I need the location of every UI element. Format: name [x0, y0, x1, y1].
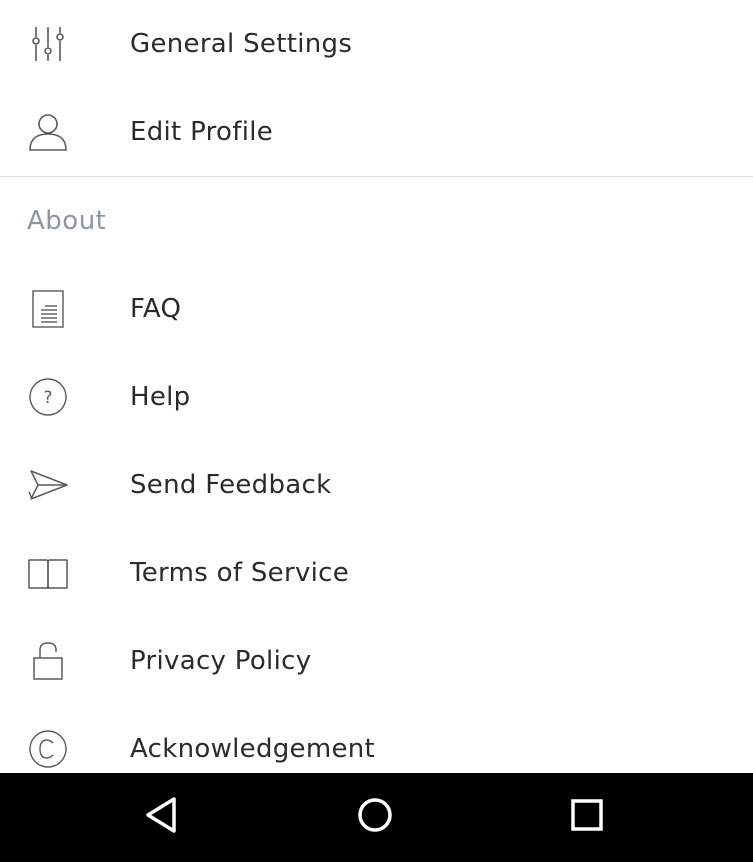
- copyright-icon: [24, 727, 72, 771]
- faq-label: FAQ: [130, 294, 182, 324]
- system-navigation-bar: [0, 773, 753, 862]
- recents-square-icon: [570, 798, 604, 836]
- question-circle-icon: ?: [24, 375, 72, 419]
- help-label: Help: [130, 382, 191, 412]
- person-icon: [24, 110, 72, 154]
- acknowledgement-item[interactable]: Acknowledgement: [0, 705, 753, 773]
- privacy-policy-label: Privacy Policy: [130, 646, 312, 676]
- about-section-header: About: [27, 206, 107, 236]
- section-divider: [0, 176, 753, 177]
- send-feedback-label: Send Feedback: [130, 470, 332, 500]
- home-button[interactable]: [345, 787, 405, 847]
- back-triangle-icon: [144, 795, 180, 839]
- edit-profile-item[interactable]: Edit Profile: [0, 88, 753, 176]
- open-book-icon: [24, 551, 72, 595]
- general-settings-label: General Settings: [130, 29, 353, 59]
- document-icon: [24, 287, 72, 331]
- terms-of-service-item[interactable]: Terms of Service: [0, 529, 753, 617]
- help-item[interactable]: ? Help: [0, 353, 753, 441]
- acknowledgement-label: Acknowledgement: [130, 734, 376, 764]
- terms-of-service-label: Terms of Service: [130, 558, 350, 588]
- send-feedback-item[interactable]: Send Feedback: [0, 441, 753, 529]
- privacy-policy-item[interactable]: Privacy Policy: [0, 617, 753, 705]
- settings-list: General Settings Edit Profile About FAQ: [0, 0, 753, 773]
- lock-icon: [24, 639, 72, 683]
- sliders-icon: [24, 22, 72, 66]
- svg-text:?: ?: [43, 388, 52, 408]
- recents-button[interactable]: [557, 787, 617, 847]
- home-circle-icon: [356, 796, 394, 838]
- general-settings-item[interactable]: General Settings: [0, 0, 753, 88]
- paper-plane-icon: [24, 463, 72, 507]
- edit-profile-label: Edit Profile: [130, 117, 274, 147]
- faq-item[interactable]: FAQ: [0, 265, 753, 353]
- back-button[interactable]: [132, 787, 192, 847]
